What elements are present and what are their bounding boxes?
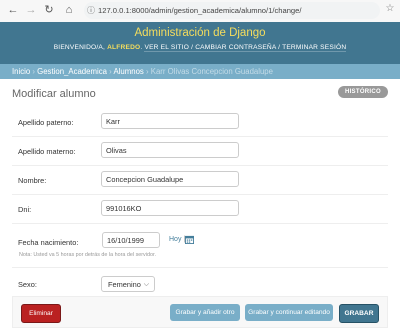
fecha-nacimiento-input[interactable]: 16/10/1999 (102, 232, 160, 248)
breadcrumb-app[interactable]: Gestion_Academica (37, 67, 107, 76)
sexo-select[interactable]: Femenino ⌵ (101, 276, 155, 292)
breadcrumb-home[interactable]: Inicio (12, 67, 30, 76)
home-icon[interactable]: ⌂ (62, 3, 76, 17)
form-row-apellido-materno: Apellido materno: Olivas (12, 137, 388, 166)
refresh-icon[interactable]: ↻ (42, 3, 56, 17)
apellido-materno-label: Apellido materno: (18, 147, 76, 156)
submit-row: Eliminar Grabar y añadir otro Grabar y c… (12, 296, 388, 328)
apellido-paterno-input[interactable]: Karr (101, 113, 239, 129)
timezone-help-text: Nota: Usted va 5 horas por detrás de la … (19, 252, 156, 258)
site-info-icon[interactable]: ⓘ (84, 2, 98, 19)
save-add-another-button[interactable]: Grabar y añadir otro (170, 304, 240, 321)
back-icon[interactable]: ← (6, 3, 20, 17)
browser-toolbar: ← → ↻ ⌂ ⓘ 127.0.0.1:8000/admin/gestion_ac… (0, 0, 400, 23)
welcome-text: BIENVENIDO/A, (53, 44, 106, 51)
fecha-nacimiento-label: Fecha nacimiento: (18, 238, 79, 247)
chevron-down-icon: ⌵ (143, 281, 149, 288)
user-links[interactable]: VER EL SITIO / CAMBIAR CONTRASEÑA / TERM… (144, 44, 347, 52)
form-row-apellido-paterno: Apellido paterno: Karr (12, 108, 388, 137)
breadcrumb: Inicio › Gestion_Academica › Alumnos › K… (0, 64, 400, 79)
history-button[interactable]: HISTÓRICO (337, 86, 388, 98)
today-link[interactable]: Hoy | (169, 236, 185, 243)
breadcrumb-current: Karr Olivas Concepcion Guadalupe (150, 67, 273, 76)
admin-header: Administración de Django BIENVENIDO/A, A… (0, 22, 400, 64)
nombre-label: Nombre: (18, 176, 47, 185)
favorite-star-icon[interactable]: ☆ (384, 3, 396, 15)
user-tools: BIENVENIDO/A, ALFREDO. VER EL SITIO / CA… (53, 44, 347, 52)
form-row-nombre: Nombre: Concepcion Guadalupe (12, 166, 388, 195)
apellido-paterno-label: Apellido paterno: (18, 118, 74, 127)
forward-icon[interactable]: → (24, 3, 38, 17)
save-continue-button[interactable]: Grabar y continuar editando (245, 304, 333, 321)
delete-button[interactable]: Eliminar (21, 304, 61, 323)
dni-input[interactable]: 991016KO (101, 200, 239, 216)
nombre-input[interactable]: Concepcion Guadalupe (101, 171, 239, 187)
site-title[interactable]: Administración de Django (0, 27, 400, 39)
url-text: 127.0.0.1:8000/admin/gestion_academica/a… (98, 6, 302, 15)
sexo-label: Sexo: (18, 280, 37, 289)
apellido-materno-input[interactable]: Olivas (101, 142, 239, 158)
form-row-dni: Dni: 991016KO (12, 195, 388, 224)
breadcrumb-separator: › (32, 67, 35, 76)
breadcrumb-separator: › (109, 67, 112, 76)
form-row-fecha-nacimiento: Fecha nacimiento: 16/10/1999 Hoy | Nota:… (12, 224, 388, 268)
dni-label: Dni: (18, 205, 32, 214)
address-bar[interactable]: ⓘ 127.0.0.1:8000/admin/gestion_academica/… (84, 2, 380, 19)
sexo-selected-value: Femenino (108, 280, 141, 289)
username: ALFREDO (107, 44, 141, 51)
save-button[interactable]: GRABAR (339, 304, 379, 323)
calendar-icon[interactable] (185, 235, 194, 244)
breadcrumb-model[interactable]: Alumnos (113, 67, 143, 76)
page-title: Modificar alumno (12, 88, 96, 100)
change-form: Apellido paterno: Karr Apellido materno:… (12, 108, 388, 301)
breadcrumb-separator: › (145, 67, 149, 76)
